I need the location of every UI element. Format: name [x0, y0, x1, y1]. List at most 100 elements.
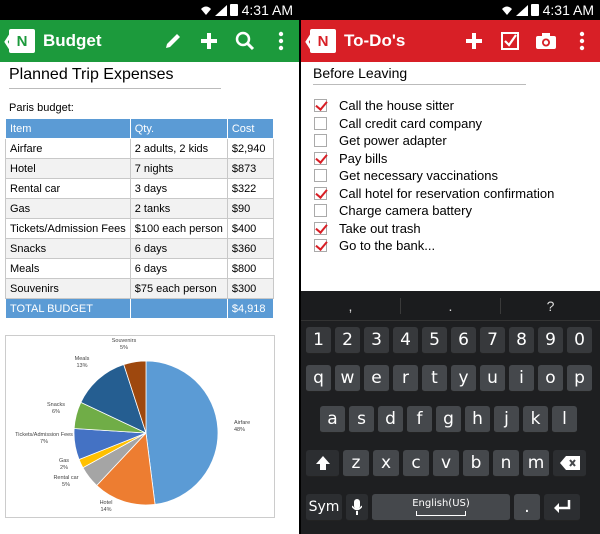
- key-d[interactable]: d: [378, 406, 403, 433]
- key-b[interactable]: b: [463, 450, 489, 477]
- unchecked-checkbox[interactable]: [314, 134, 327, 148]
- onenote-logo-icon[interactable]: N: [310, 29, 336, 53]
- backspace-key[interactable]: [553, 450, 586, 477]
- document-title[interactable]: Planned Trip Expenses: [9, 66, 174, 84]
- key-a[interactable]: a: [320, 406, 345, 433]
- todo-list: Call the house sitter Call credit card co…: [314, 97, 554, 255]
- checked-checkbox[interactable]: [314, 221, 327, 235]
- list-item-text: Call hotel for reservation confirmation: [339, 185, 555, 201]
- key-y[interactable]: y: [451, 365, 476, 392]
- key-6[interactable]: 6: [451, 327, 476, 354]
- back-icon[interactable]: ❮: [301, 31, 316, 51]
- key-j[interactable]: j: [494, 406, 519, 433]
- key-t[interactable]: t: [422, 365, 447, 392]
- budget-table[interactable]: Item Qty. Cost Airfare 2 adults, 2 kids $2…: [5, 118, 274, 319]
- unchecked-checkbox[interactable]: [314, 204, 327, 218]
- key-p[interactable]: p: [567, 365, 592, 392]
- table-row[interactable]: Rental car 3 days $322: [5, 178, 274, 199]
- key-s[interactable]: s: [349, 406, 374, 433]
- table-row[interactable]: Gas 2 tanks $90: [5, 198, 274, 219]
- letter-row-2: asdfghjkl: [320, 406, 577, 433]
- table-row[interactable]: Meals 6 days $800: [5, 258, 274, 279]
- key-9[interactable]: 9: [538, 327, 563, 354]
- key-r[interactable]: r: [393, 365, 418, 392]
- list-item[interactable]: Call the house sitter: [314, 97, 554, 115]
- checked-checkbox[interactable]: [314, 186, 327, 200]
- key-w[interactable]: w: [335, 365, 360, 392]
- key-g[interactable]: g: [436, 406, 461, 433]
- sym-key[interactable]: Sym: [306, 494, 342, 521]
- key-8[interactable]: 8: [509, 327, 534, 354]
- plus-icon[interactable]: [191, 20, 227, 62]
- key-c[interactable]: c: [403, 450, 429, 477]
- unchecked-checkbox[interactable]: [314, 116, 327, 130]
- overflow-menu-icon[interactable]: [564, 20, 600, 62]
- key-0[interactable]: 0: [567, 327, 592, 354]
- key-m[interactable]: m: [523, 450, 549, 477]
- key-5[interactable]: 5: [422, 327, 447, 354]
- period-key[interactable]: .: [514, 494, 540, 521]
- suggestion-item[interactable]: ?: [501, 298, 600, 314]
- key-x[interactable]: x: [373, 450, 399, 477]
- status-bar: 4:31 AM: [301, 0, 600, 20]
- table-row[interactable]: Snacks 6 days $360: [5, 238, 274, 259]
- list-item-text: Get necessary vaccinations: [339, 168, 498, 184]
- suggestion-item[interactable]: ,: [301, 297, 401, 314]
- search-icon[interactable]: [227, 20, 263, 62]
- checked-checkbox[interactable]: [314, 151, 327, 165]
- microphone-icon[interactable]: [346, 494, 368, 521]
- key-3[interactable]: 3: [364, 327, 389, 354]
- key-k[interactable]: k: [523, 406, 548, 433]
- table-cell: $100 each person: [129, 218, 228, 239]
- budget-subtitle[interactable]: Paris budget:: [9, 102, 74, 114]
- overflow-menu-icon[interactable]: [263, 20, 299, 62]
- back-icon[interactable]: ❮: [0, 31, 15, 51]
- table-row[interactable]: Hotel 7 nights $873: [5, 158, 274, 179]
- list-item[interactable]: Get power adapter: [314, 132, 554, 150]
- unchecked-checkbox[interactable]: [314, 169, 327, 183]
- key-f[interactable]: f: [407, 406, 432, 433]
- pencil-icon[interactable]: [155, 20, 191, 62]
- onenote-logo-icon[interactable]: N: [9, 29, 35, 53]
- battery-icon: [530, 4, 539, 16]
- key-n[interactable]: n: [493, 450, 519, 477]
- key-z[interactable]: z: [343, 450, 369, 477]
- key-i[interactable]: i: [509, 365, 534, 392]
- list-item[interactable]: Charge camera battery: [314, 202, 554, 220]
- shift-key[interactable]: [306, 450, 339, 477]
- enter-key[interactable]: [544, 494, 580, 521]
- plus-icon[interactable]: [456, 20, 492, 62]
- key-h[interactable]: h: [465, 406, 490, 433]
- table-cell: Meals: [5, 258, 131, 279]
- table-row[interactable]: Tickets/Admission Fees $100 each person $4…: [5, 218, 274, 239]
- key-e[interactable]: e: [364, 365, 389, 392]
- suggestion-item[interactable]: .: [401, 297, 501, 314]
- space-key[interactable]: English(US): [372, 494, 510, 521]
- key-v[interactable]: v: [433, 450, 459, 477]
- key-o[interactable]: o: [538, 365, 563, 392]
- list-item[interactable]: Go to the bank...: [314, 237, 554, 255]
- pie-label: Souvenirs: [112, 338, 137, 344]
- checkbox-icon[interactable]: [492, 20, 528, 62]
- camera-icon[interactable]: [528, 20, 564, 62]
- pie-chart[interactable]: Airfare 48% Hotel 14% Rental car 5% Gas 2% Ticke…: [5, 335, 275, 518]
- list-item[interactable]: Get necessary vaccinations: [314, 167, 554, 185]
- table-cell: Hotel: [5, 158, 131, 179]
- list-item[interactable]: Call credit card company: [314, 115, 554, 133]
- key-l[interactable]: l: [552, 406, 577, 433]
- table-row[interactable]: Souvenirs $75 each person $300: [5, 278, 274, 299]
- list-title[interactable]: Before Leaving: [313, 65, 407, 81]
- key-4[interactable]: 4: [393, 327, 418, 354]
- list-item[interactable]: Pay bills: [314, 150, 554, 168]
- table-row[interactable]: Airfare 2 adults, 2 kids $2,940: [5, 138, 274, 159]
- key-u[interactable]: u: [480, 365, 505, 392]
- key-1[interactable]: 1: [306, 327, 331, 354]
- checked-checkbox[interactable]: [314, 239, 327, 253]
- table-total-row[interactable]: TOTAL BUDGET $4,918: [5, 298, 274, 319]
- key-q[interactable]: q: [306, 365, 331, 392]
- key-7[interactable]: 7: [480, 327, 505, 354]
- list-item[interactable]: Call hotel for reservation confirmation: [314, 185, 554, 203]
- key-2[interactable]: 2: [335, 327, 360, 354]
- list-item[interactable]: Take out trash: [314, 220, 554, 238]
- checked-checkbox[interactable]: [314, 99, 327, 113]
